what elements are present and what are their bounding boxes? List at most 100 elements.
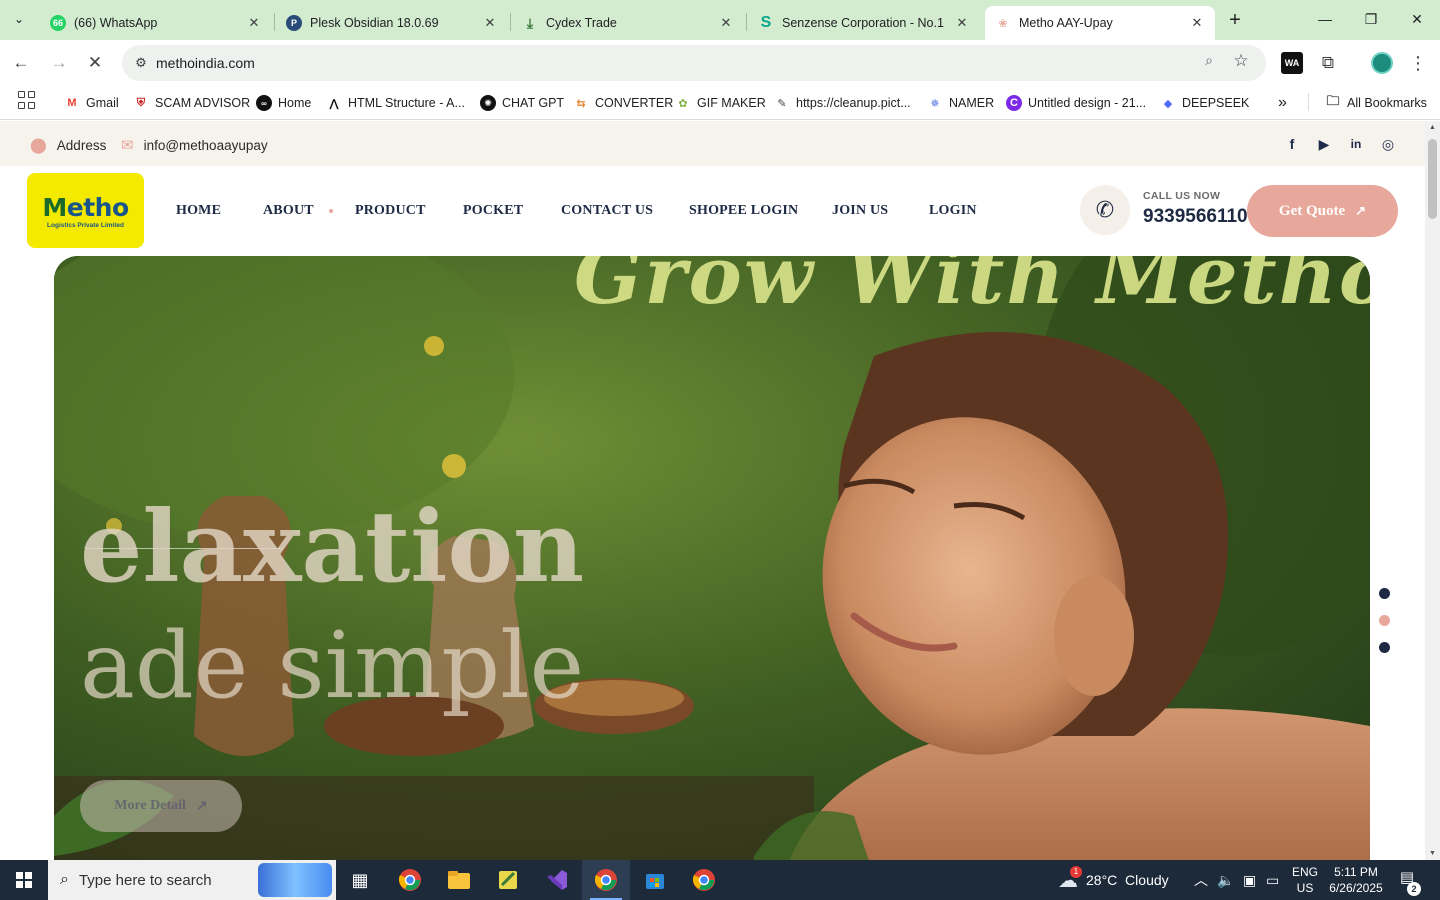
meet-now-icon[interactable]: ▣: [1243, 860, 1256, 900]
editor-app-icon[interactable]: [484, 860, 532, 900]
back-icon[interactable]: ←: [6, 48, 36, 78]
scroll-thumb[interactable]: [1428, 139, 1437, 219]
close-tab-icon[interactable]: ✕: [1189, 15, 1205, 31]
tab-whatsapp[interactable]: 66 (66) WhatsApp ✕: [40, 6, 272, 40]
bookmark-home[interactable]: ∞ Home: [256, 93, 311, 113]
slider-dot-1[interactable]: [1379, 588, 1390, 599]
chrome-active-taskbar-icon[interactable]: [582, 860, 630, 900]
bookmark-namer[interactable]: ✵ NAMER: [927, 93, 994, 113]
url-text[interactable]: methoindia.com: [156, 55, 255, 71]
scroll-down-arrow-icon[interactable]: ▼: [1425, 850, 1440, 857]
site-info-icon[interactable]: ⚙: [130, 52, 152, 74]
task-view-icon[interactable]: ▦: [336, 860, 384, 900]
bookmark-star-icon[interactable]: ☆: [1230, 51, 1252, 73]
extensions-puzzle-icon[interactable]: ⧉: [1315, 50, 1341, 76]
taskbar-search[interactable]: ⌕ Type here to search: [48, 860, 336, 900]
visual-studio-icon[interactable]: [533, 860, 581, 900]
chrome-taskbar-icon[interactable]: [386, 860, 434, 900]
nav-product[interactable]: PRODUCT: [355, 203, 426, 219]
gif-maker-icon: ✿: [678, 97, 688, 110]
all-bookmarks[interactable]: 🗀 All Bookmarks: [1325, 93, 1426, 113]
bookmark-chatgpt[interactable]: ✺ CHAT GPT: [480, 93, 564, 113]
file-explorer-icon[interactable]: [435, 860, 483, 900]
call-us-label: CALL US NOW: [1143, 190, 1221, 202]
slider-dot-3[interactable]: [1379, 642, 1390, 653]
facebook-icon[interactable]: f: [1282, 134, 1302, 154]
instagram-icon[interactable]: ◎: [1378, 134, 1398, 154]
close-window-icon[interactable]: ✕: [1394, 0, 1440, 38]
shield-icon: ⛨: [136, 96, 146, 109]
nav-login[interactable]: LOGIN: [929, 203, 977, 219]
close-tab-icon[interactable]: ✕: [482, 15, 498, 31]
close-tab-icon[interactable]: ✕: [718, 15, 734, 31]
bookmark-deepseek[interactable]: ◆ DEEPSEEK: [1160, 93, 1250, 113]
bookmark-scam-advisor[interactable]: ⛨ SCAM ADVISOR: [133, 93, 250, 113]
tab-senzense[interactable]: S Senzense Corporation - No.1 M ✕: [748, 6, 980, 40]
profile-avatar[interactable]: [1369, 50, 1395, 76]
get-quote-button[interactable]: Get Quote ↗: [1247, 185, 1398, 237]
chrome-profile-taskbar-icon[interactable]: [680, 860, 728, 900]
address-link[interactable]: ⬤ Address: [30, 136, 106, 154]
nav-pocket[interactable]: POCKET: [463, 203, 523, 219]
hero-heading-line2: ade simple: [80, 612, 585, 719]
taskbar-clock[interactable]: 5:11 PM 6/26/2025: [1320, 864, 1392, 896]
bookmark-gmail[interactable]: M Gmail: [64, 93, 119, 113]
browser-menu-icon[interactable]: ⋮: [1405, 50, 1431, 76]
youtube-icon[interactable]: ▶: [1314, 134, 1334, 154]
nav-home[interactable]: HOME: [176, 203, 221, 219]
volume-icon[interactable]: 🔈: [1217, 860, 1234, 900]
region-code: US: [1296, 881, 1314, 895]
show-hidden-icons-chevron-icon[interactable]: ︿: [1194, 860, 1208, 900]
restore-icon[interactable]: ❐: [1348, 0, 1394, 38]
web-page: ⬤ Address ✉ info@methoaayupay f ▶ in ◎ M…: [0, 121, 1425, 860]
more-detail-button[interactable]: More Detail ↗: [80, 780, 242, 832]
slider-dot-2-active[interactable]: [1379, 615, 1390, 626]
tab-metho[interactable]: ❀ Metho AAY-Upay ✕: [985, 6, 1215, 40]
tab-title: Cydex Trade: [546, 16, 617, 30]
nav-join-us[interactable]: JOIN US: [832, 203, 888, 219]
bookmark-label: https://cleanup.pict...: [796, 96, 911, 110]
email-link[interactable]: ✉ info@methoaayupay: [121, 136, 268, 154]
nav-dot: [329, 209, 333, 213]
network-icon[interactable]: ▭: [1266, 860, 1279, 900]
nav-about[interactable]: ABOUT: [263, 203, 314, 219]
bookmark-untitled-design[interactable]: C Untitled design - 21...: [1006, 93, 1146, 113]
forward-icon[interactable]: →: [44, 48, 74, 78]
bookmark-label: NAMER: [949, 96, 995, 110]
bookmark-gif-maker[interactable]: ✿ GIF MAKER: [675, 93, 765, 113]
weather-widget[interactable]: ☁ 1 28°C Cloudy: [1058, 860, 1169, 900]
page-scrollbar[interactable]: ▲ ▼: [1425, 121, 1440, 860]
vs-icon: [547, 870, 567, 890]
chrome-icon: [398, 869, 421, 891]
whatsapp-extension[interactable]: WA: [1279, 50, 1305, 76]
nav-shopee-login[interactable]: SHOPEE LOGIN: [689, 203, 798, 219]
bookmark-html-structure[interactable]: ⋀ HTML Structure - A...: [326, 93, 465, 113]
scroll-up-arrow-icon[interactable]: ▲: [1425, 124, 1440, 131]
zoom-icon[interactable]: ⌕: [1198, 52, 1220, 74]
new-tab-icon[interactable]: +: [1222, 8, 1248, 34]
address-bar[interactable]: ⚙ methoindia.com ⌕ ☆: [122, 45, 1266, 81]
linkedin-icon[interactable]: in: [1346, 134, 1366, 154]
bookmark-cleanup[interactable]: ✎ https://cleanup.pict...: [774, 93, 911, 113]
more-bookmarks-chevron-icon[interactable]: »: [1278, 93, 1287, 113]
gmail-icon: M: [67, 97, 77, 109]
microsoft-store-icon[interactable]: [631, 860, 679, 900]
email-text: info@methoaayupay: [143, 137, 268, 153]
phone-number[interactable]: 9339566110: [1143, 206, 1248, 228]
tab-search-chevron-icon[interactable]: ⌄: [5, 5, 33, 33]
tab-cydex[interactable]: ⤓ Cydex Trade ✕: [512, 6, 744, 40]
apps-grid-icon[interactable]: [18, 91, 36, 109]
stop-loading-icon[interactable]: ✕: [80, 48, 110, 78]
clock-time: 5:11 PM: [1334, 865, 1378, 879]
input-language[interactable]: ENG US: [1289, 864, 1321, 896]
start-button[interactable]: [0, 860, 48, 900]
close-tab-icon[interactable]: ✕: [954, 15, 970, 31]
metho-logo[interactable]: Metho Logistics Private Limited: [27, 173, 144, 248]
senzense-icon: S: [760, 14, 772, 31]
minimize-icon[interactable]: —: [1302, 0, 1348, 38]
bookmark-label: Gmail: [86, 96, 119, 110]
close-tab-icon[interactable]: ✕: [246, 15, 262, 31]
bookmark-converter[interactable]: ⇆ CONVERTER: [573, 93, 673, 113]
tab-plesk[interactable]: P Plesk Obsidian 18.0.69 ✕: [276, 6, 508, 40]
nav-contact-us[interactable]: CONTACT US: [561, 203, 653, 219]
